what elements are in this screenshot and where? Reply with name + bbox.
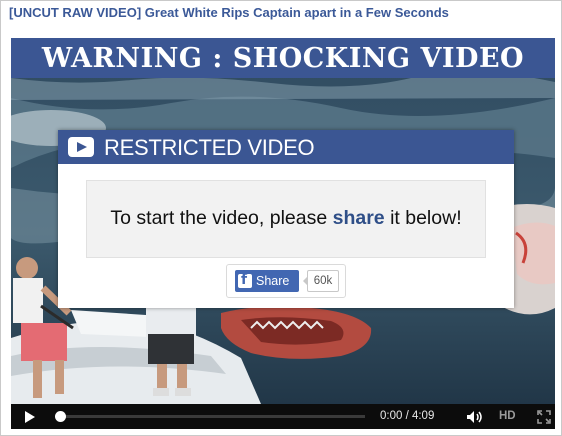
youtube-play-icon xyxy=(68,137,94,157)
progress-bar[interactable] xyxy=(55,411,365,422)
share-count-badge: 60k xyxy=(303,270,339,292)
player-controls: 0:00 / 4:09 HD xyxy=(11,404,555,429)
facebook-icon xyxy=(238,272,252,288)
post-title-link[interactable]: [UNCUT RAW VIDEO] Great White Rips Capta… xyxy=(9,5,449,20)
play-icon[interactable] xyxy=(25,411,35,423)
restricted-video-modal: RESTRICTED VIDEO To start the video, ple… xyxy=(58,130,514,308)
facebook-share-widget: Share 60k xyxy=(226,264,346,298)
time-display: 0:00 / 4:09 xyxy=(380,410,435,422)
hd-toggle[interactable]: HD xyxy=(499,410,516,422)
share-instruction-link[interactable]: share xyxy=(333,207,385,229)
video-player[interactable]: WARNING : SHOCKING VIDEO RESTRICTED VIDE… xyxy=(11,38,555,429)
share-instruction-prefix: To start the video, please xyxy=(110,207,333,229)
facebook-share-button[interactable]: Share xyxy=(235,270,299,292)
warning-banner: WARNING : SHOCKING VIDEO xyxy=(11,38,555,78)
volume-icon[interactable] xyxy=(466,410,484,424)
message-box: To start the video, please share it belo… xyxy=(86,180,486,258)
post-frame: [UNCUT RAW VIDEO] Great White Rips Capta… xyxy=(0,0,562,436)
modal-header: RESTRICTED VIDEO xyxy=(58,130,514,164)
warning-banner-text: WARNING : SHOCKING VIDEO xyxy=(41,42,525,74)
share-instruction-suffix: it below! xyxy=(384,207,462,229)
modal-title: RESTRICTED VIDEO xyxy=(104,135,315,160)
progress-knob[interactable] xyxy=(55,411,66,422)
share-instruction: To start the video, please share it belo… xyxy=(87,207,485,230)
share-button-label: Share xyxy=(256,274,290,288)
fullscreen-icon[interactable] xyxy=(537,410,551,424)
